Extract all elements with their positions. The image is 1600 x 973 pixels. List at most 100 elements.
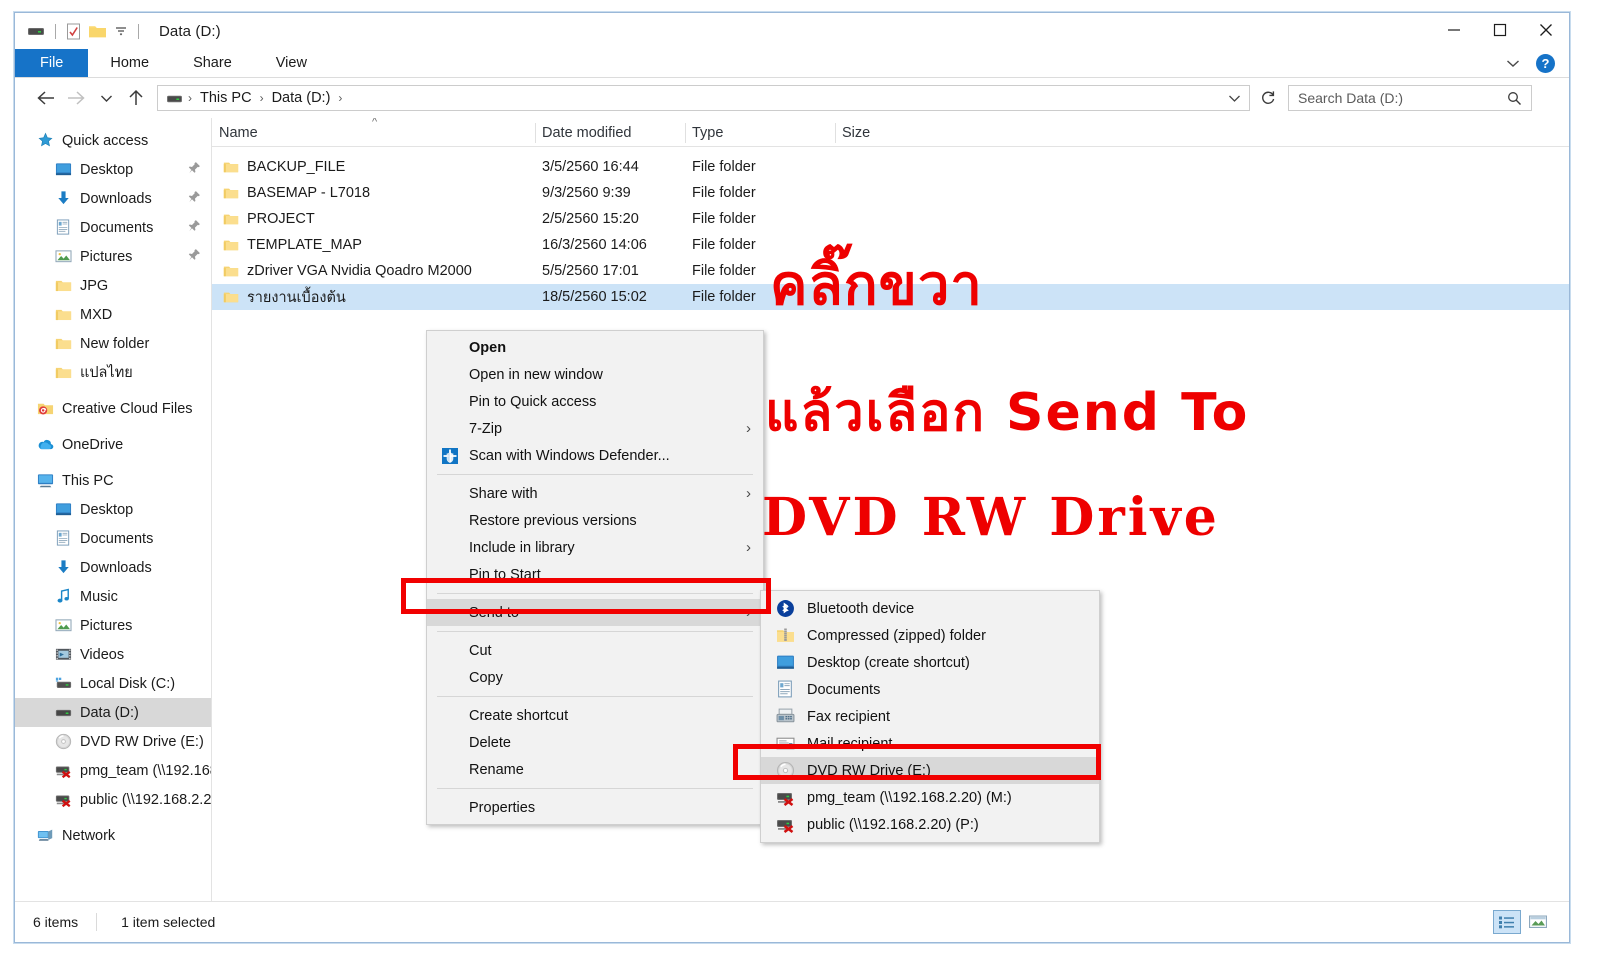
- table-row[interactable]: BACKUP_FILE 3/5/2560 16:44 File folder: [212, 154, 1569, 180]
- sidebar-item-data-d[interactable]: Data (D:): [15, 698, 211, 727]
- sidebar-item-jpg[interactable]: JPG: [15, 271, 211, 300]
- menu-item-include-in-library[interactable]: Include in library ›: [427, 534, 763, 561]
- annotation-dvd-rw-drive: DVD RW Drive: [762, 487, 1220, 548]
- sidebar-item-label: Downloads: [80, 190, 152, 207]
- file-name-label: zDriver VGA Nvidia Qoadro M2000: [247, 263, 472, 279]
- window-controls: [1431, 13, 1569, 49]
- sidebar-item-onedrive[interactable]: OneDrive: [15, 430, 211, 459]
- menu-item-delete[interactable]: Delete: [427, 729, 763, 756]
- sidebar-item-mxd[interactable]: MXD: [15, 300, 211, 329]
- sidebar-item-pictures[interactable]: Pictures: [15, 611, 211, 640]
- sendto-item-mail-recipient[interactable]: Mail recipient: [761, 730, 1099, 757]
- address-bar[interactable]: › This PC › Data (D:) ›: [157, 85, 1250, 111]
- sidebar-item-creative-cloud-files[interactable]: Creative Cloud Files: [15, 394, 211, 423]
- tab-view[interactable]: View: [254, 49, 329, 77]
- sendto-item-desktop-create-shortcut[interactable]: Desktop (create shortcut): [761, 649, 1099, 676]
- sidebar-item-dvd-rw-drive-e[interactable]: DVD RW Drive (E:): [15, 727, 211, 756]
- sidebar-item-local-disk-c[interactable]: Local Disk (C:): [15, 669, 211, 698]
- table-row[interactable]: PROJECT 2/5/2560 15:20 File folder: [212, 206, 1569, 232]
- sidebar-item-music[interactable]: Music: [15, 582, 211, 611]
- send-to-submenu[interactable]: Bluetooth device Compressed (zipped) fold…: [760, 590, 1100, 843]
- menu-item-cut[interactable]: Cut: [427, 637, 763, 664]
- refresh-button[interactable]: [1254, 85, 1282, 111]
- sidebar-item-videos[interactable]: Videos: [15, 640, 211, 669]
- sidebar-item-documents[interactable]: Documents: [15, 213, 211, 242]
- navigation-pane[interactable]: Quick access Desktop Downloads Documents Pic…: [15, 118, 212, 902]
- sidebar-item-label: Videos: [80, 646, 125, 663]
- maximize-button[interactable]: [1477, 13, 1523, 47]
- sendto-item-public-192-168-2-20-p[interactable]: public (\\192.168.2.20) (P:): [761, 811, 1099, 838]
- customize-dropdown-icon[interactable]: [114, 25, 128, 37]
- sidebar-item-pictures[interactable]: Pictures: [15, 242, 211, 271]
- tab-home[interactable]: Home: [88, 49, 171, 77]
- column-header-size[interactable]: Size: [835, 120, 935, 146]
- sendto-item-pmg-team-192-168-2-20-m[interactable]: pmg_team (\\192.168.2.20) (M:): [761, 784, 1099, 811]
- menu-item-scan-with-windows-defender[interactable]: Scan with Windows Defender...: [427, 442, 763, 469]
- sidebar-item-downloads[interactable]: Downloads: [15, 553, 211, 582]
- column-header-type[interactable]: Type: [685, 120, 835, 146]
- sendto-item-compressed-zipped-folder[interactable]: Compressed (zipped) folder: [761, 622, 1099, 649]
- menu-item-pin-to-quick-access[interactable]: Pin to Quick access: [427, 388, 763, 415]
- sidebar-item-quick-access[interactable]: Quick access: [15, 126, 211, 155]
- sidebar-item-desktop[interactable]: Desktop: [15, 155, 211, 184]
- context-menu[interactable]: Open Open in new window Pin to Quick acces…: [426, 330, 764, 825]
- search-input[interactable]: Search Data (D:): [1289, 90, 1403, 106]
- sidebar-item-[interactable]: แปลไทย: [15, 358, 211, 387]
- column-header-name[interactable]: Name ^: [212, 118, 535, 146]
- sidebar-item-downloads[interactable]: Downloads: [15, 184, 211, 213]
- menu-item-open-in-new-window[interactable]: Open in new window: [427, 361, 763, 388]
- address-dropdown-icon[interactable]: [1220, 94, 1249, 103]
- sendto-item-dvd-rw-drive-e[interactable]: DVD RW Drive (E:): [761, 757, 1099, 784]
- sidebar-item-network[interactable]: Network: [15, 821, 211, 850]
- back-button[interactable]: [31, 83, 61, 113]
- sendto-item-fax-recipient[interactable]: Fax recipient: [761, 703, 1099, 730]
- pin-icon[interactable]: [188, 248, 211, 265]
- details-view-button[interactable]: [1493, 910, 1521, 934]
- pin-icon[interactable]: [188, 190, 211, 207]
- chevron-down-icon[interactable]: [1506, 59, 1520, 68]
- breadcrumb-data-d[interactable]: Data (D:): [269, 90, 334, 106]
- menu-item-restore-previous-versions[interactable]: Restore previous versions: [427, 507, 763, 534]
- sendto-item-bluetooth-device[interactable]: Bluetooth device: [761, 595, 1099, 622]
- large-icons-view-button[interactable]: [1525, 910, 1551, 932]
- menu-item-pin-to-start[interactable]: Pin to Start: [427, 561, 763, 588]
- search-icon[interactable]: [1507, 91, 1531, 106]
- file-name-cell: zDriver VGA Nvidia Qoadro M2000: [212, 263, 535, 279]
- sidebar-item-this-pc[interactable]: This PC: [15, 466, 211, 495]
- menu-item-rename[interactable]: Rename: [427, 756, 763, 783]
- drive-icon[interactable]: [27, 24, 45, 38]
- breadcrumb-separator-1[interactable]: ›: [255, 91, 269, 105]
- pin-icon[interactable]: [188, 219, 211, 236]
- sidebar-item-public-192-168-2-2[interactable]: public (\\192.168.2.2: [15, 785, 211, 814]
- menu-item-share-with[interactable]: Share with ›: [427, 480, 763, 507]
- new-folder-icon[interactable]: [88, 23, 107, 39]
- search-box[interactable]: Search Data (D:): [1288, 85, 1532, 111]
- sidebar-item-pmg-team-192-168[interactable]: pmg_team (\\192.168: [15, 756, 211, 785]
- breadcrumb-separator-0[interactable]: ›: [183, 91, 197, 105]
- menu-item-label: Scan with Windows Defender...: [469, 447, 670, 464]
- minimize-button[interactable]: [1431, 13, 1477, 47]
- sidebar-item-desktop[interactable]: Desktop: [15, 495, 211, 524]
- breadcrumb-separator-2[interactable]: ›: [333, 91, 347, 105]
- breadcrumb-this-pc[interactable]: This PC: [197, 90, 255, 106]
- tab-file[interactable]: File: [15, 49, 89, 77]
- sendto-item-documents[interactable]: Documents: [761, 676, 1099, 703]
- menu-item-7-zip[interactable]: 7-Zip ›: [427, 415, 763, 442]
- menu-item-send-to[interactable]: Send to ›: [427, 599, 763, 626]
- sidebar-item-documents[interactable]: Documents: [15, 524, 211, 553]
- menu-item-create-shortcut[interactable]: Create shortcut: [427, 702, 763, 729]
- menu-item-open[interactable]: Open: [427, 334, 763, 361]
- tab-share[interactable]: Share: [171, 49, 254, 77]
- table-row[interactable]: BASEMAP - L7018 9/3/2560 9:39 File folder: [212, 180, 1569, 206]
- sidebar-item-new-folder[interactable]: New folder: [15, 329, 211, 358]
- column-header-date[interactable]: Date modified: [535, 120, 685, 146]
- close-button[interactable]: [1523, 13, 1569, 47]
- menu-item-properties[interactable]: Properties: [427, 794, 763, 821]
- forward-button[interactable]: [61, 83, 91, 113]
- help-icon[interactable]: ?: [1536, 53, 1555, 73]
- up-button[interactable]: [121, 83, 151, 113]
- properties-icon[interactable]: [66, 23, 81, 40]
- recent-locations-button[interactable]: [91, 83, 121, 113]
- pin-icon[interactable]: [188, 161, 211, 178]
- menu-item-copy[interactable]: Copy: [427, 664, 763, 691]
